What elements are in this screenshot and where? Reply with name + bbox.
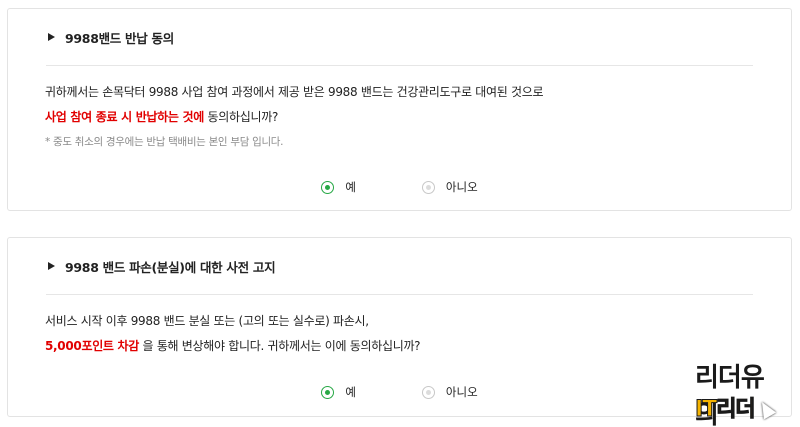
emphasis-text: 5,000포인트 차감 <box>45 339 140 353</box>
triangle-bullet-icon <box>48 33 55 41</box>
band-damage-notice-card: 9988 밴드 파손(분실)에 대한 사전 고지 서비스 시작 이후 9988 … <box>7 237 792 417</box>
notice-question: 5,000포인트 차감 을 통해 변상해야 합니다. 귀하께서는 이에 동의하십… <box>45 337 421 354</box>
radio-label: 예 <box>345 385 356 399</box>
notice-description: 서비스 시작 이후 9988 밴드 분실 또는 (고의 또는 실수로) 파손시, <box>45 314 369 328</box>
notice-radio-group: 예 아니오 <box>8 382 791 402</box>
section-header: 9988 밴드 파손(분실)에 대한 사전 고지 <box>46 238 753 295</box>
question-text: 동의하십니까? <box>204 110 279 124</box>
radio-option-no[interactable]: 아니오 <box>421 384 478 400</box>
radio-unselected-icon[interactable] <box>421 385 435 399</box>
radio-label: 아니오 <box>445 180 478 194</box>
radio-option-yes[interactable]: 예 <box>321 384 356 400</box>
section-header: 9988밴드 반납 동의 <box>46 9 753 66</box>
radio-label: 아니오 <box>445 385 478 399</box>
question-text: 을 통해 변상해야 합니다. 귀하께서는 이에 동의하십니까? <box>139 339 421 353</box>
section-title: 9988 밴드 파손(분실)에 대한 사전 고지 <box>65 259 276 275</box>
radio-label: 예 <box>345 180 356 194</box>
section-title: 9988밴드 반납 동의 <box>65 30 174 46</box>
consent-radio-group: 예 아니오 <box>8 177 791 197</box>
band-return-consent-card: 9988밴드 반납 동의 귀하께서는 손목닥터 9988 사업 참여 과정에서 … <box>7 8 792 211</box>
radio-option-yes[interactable]: 예 <box>321 179 356 195</box>
radio-option-no[interactable]: 아니오 <box>421 179 478 195</box>
consent-description: 귀하께서는 손목닥터 9988 사업 참여 과정에서 제공 받은 9988 밴드… <box>45 85 544 99</box>
emphasis-text: 사업 참여 종료 시 반납하는 것에 <box>45 110 205 124</box>
radio-selected-icon[interactable] <box>321 385 335 399</box>
radio-selected-icon[interactable] <box>321 180 335 194</box>
consent-question: 사업 참여 종료 시 반납하는 것에 동의하십니까? <box>45 108 278 125</box>
radio-unselected-icon[interactable] <box>421 180 435 194</box>
fee-note: * 중도 취소의 경우에는 반납 택배비는 본인 부담 입니다. <box>45 136 284 148</box>
triangle-bullet-icon <box>48 262 55 270</box>
